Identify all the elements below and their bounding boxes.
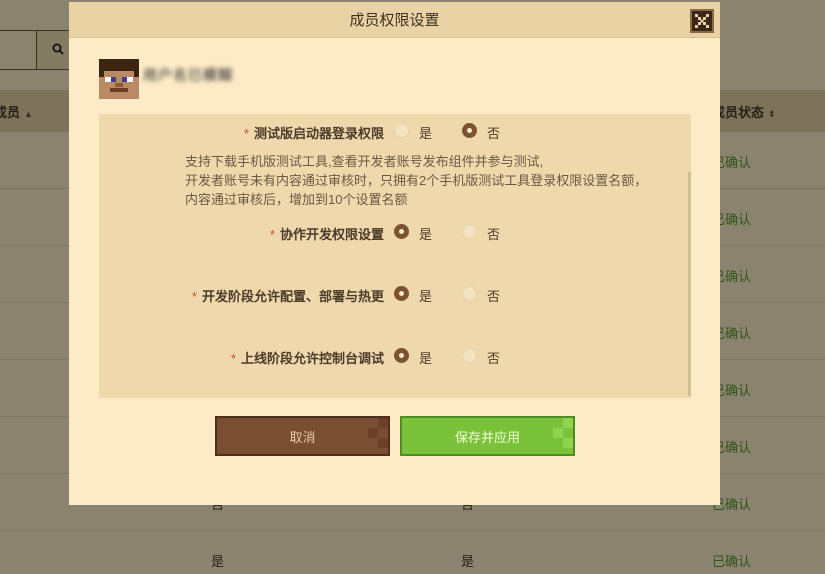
radio-no-label[interactable]: 否 (487, 286, 500, 305)
radio-no-label[interactable]: 否 (487, 224, 500, 243)
radio-no[interactable] (462, 348, 477, 363)
permission-row-launcher-login: * 测试版启动器登录权限 是 否 (99, 121, 691, 141)
permission-label: * 协作开发权限设置 (269, 227, 384, 242)
radio-yes[interactable] (394, 123, 409, 138)
permission-row-dev-deploy: * 开发阶段允许配置、部署与热更 是 否 (99, 284, 691, 304)
permission-row-collaboration: * 协作开发权限设置 是 否 (99, 222, 691, 242)
radio-no-label[interactable]: 否 (487, 348, 500, 367)
permission-label: * 测试版启动器登录权限 (243, 126, 384, 141)
radio-no[interactable] (462, 123, 477, 138)
radio-no[interactable] (462, 286, 477, 301)
permission-panel: * 测试版启动器登录权限 是 否 支持下载手机版测试工具,查看开发者账号发布组件并… (99, 114, 691, 398)
radio-yes-label[interactable]: 是 (419, 348, 432, 367)
user-info: 用户名已模糊 (99, 59, 233, 99)
save-and-apply-button[interactable]: 保存并应用 (400, 416, 575, 456)
cancel-button[interactable]: 取消 (215, 416, 390, 456)
panel-scrollbar[interactable] (688, 172, 691, 396)
steve-avatar-icon (99, 59, 139, 99)
radio-yes[interactable] (394, 348, 409, 363)
radio-yes-label[interactable]: 是 (419, 224, 432, 243)
permission-label: * 开发阶段允许配置、部署与热更 (191, 289, 384, 304)
radio-no[interactable] (462, 224, 477, 239)
radio-yes-label[interactable]: 是 (419, 286, 432, 305)
radio-yes[interactable] (394, 286, 409, 301)
permission-label: * 上线阶段允许控制台调试 (230, 351, 384, 366)
radio-yes[interactable] (394, 224, 409, 239)
permission-row-console-debug: * 上线阶段允许控制台调试 是 否 (99, 346, 691, 366)
close-icon (695, 14, 709, 28)
dialog-title: 成员权限设置 (349, 12, 440, 29)
radio-no-label[interactable]: 否 (487, 123, 500, 142)
close-button[interactable] (690, 9, 714, 33)
user-name: 用户名已模糊 (143, 67, 233, 83)
permission-description: 支持下载手机版测试工具,查看开发者账号发布组件并参与测试, 开发者账号未有内容通… (185, 154, 648, 207)
dialog-title-bar: 成员权限设置 (69, 2, 720, 38)
member-permission-dialog: 成员权限设置 用户名已模糊 * 测试版启动器登录权限 是 否 支持下载手机版测试… (69, 2, 720, 505)
radio-yes-label[interactable]: 是 (419, 123, 432, 142)
